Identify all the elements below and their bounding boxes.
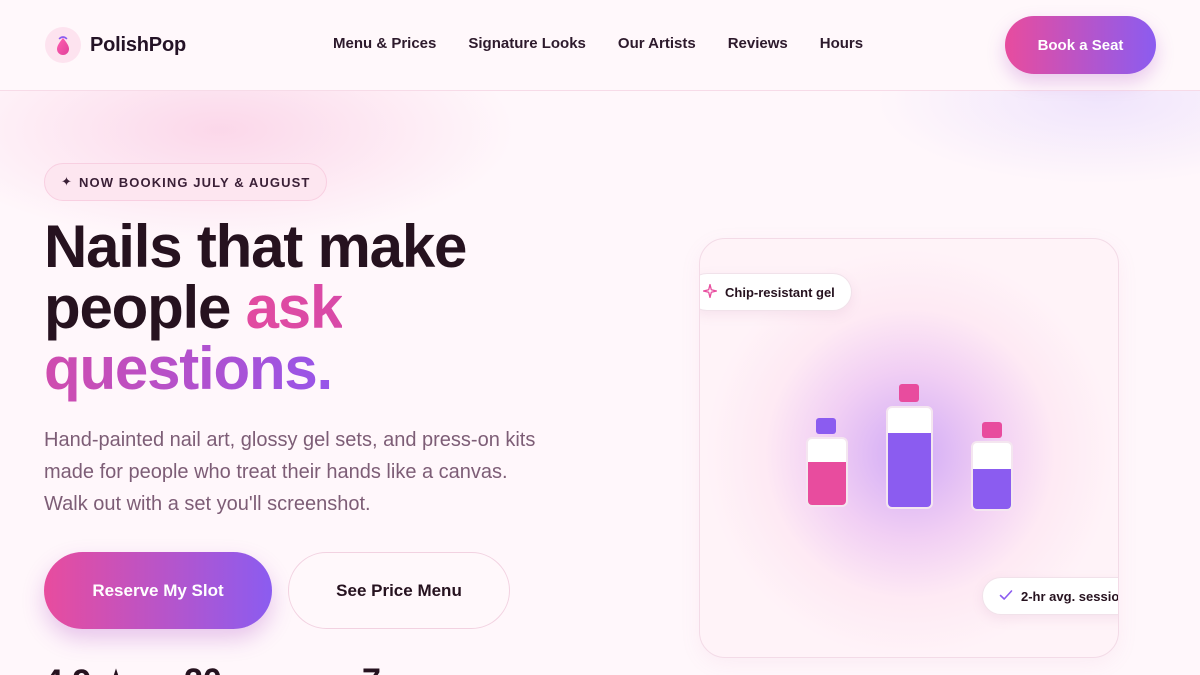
hero-description: Hand-painted nail art, glossy gel sets, … xyxy=(44,429,536,515)
main-nav-links: Menu & Prices Signature Looks Our Artist… xyxy=(333,35,863,52)
pill-session-label: 2-hr avg. session xyxy=(1021,588,1119,604)
bottle-glass xyxy=(886,406,933,509)
nav-link-menu-prices[interactable]: Menu & Prices xyxy=(333,35,436,52)
bottle-cap xyxy=(816,418,836,434)
headline-accent-ask: ask xyxy=(245,274,344,341)
bottle-fill xyxy=(808,462,846,505)
feature-pill-session: 2-hr avg. session xyxy=(982,577,1119,615)
polish-bottle-small-right xyxy=(971,422,1013,512)
headline-line-2: people xyxy=(44,274,246,341)
nav-link-hours[interactable]: Hours xyxy=(820,35,863,52)
see-price-menu-button[interactable]: See Price Menu xyxy=(288,552,510,629)
reserve-my-slot-button[interactable]: Reserve My Slot xyxy=(44,552,272,629)
nav-link-signature-looks[interactable]: Signature Looks xyxy=(468,35,586,52)
hero-headline: Nails that make people ask questions. xyxy=(44,216,604,399)
sparkle-icon xyxy=(702,283,718,301)
book-a-seat-button[interactable]: Book a Seat xyxy=(1005,16,1156,74)
stat-third: 7 xyxy=(362,662,381,675)
hero-showcase-card: Chip-resistant gel 2-hr avg. session xyxy=(699,238,1119,658)
badge-text: NOW BOOKING JULY & AUGUST xyxy=(79,174,311,190)
brand-logo[interactable]: PolishPop xyxy=(45,27,186,63)
brand-name: PolishPop xyxy=(90,33,186,56)
bottle-cap xyxy=(899,384,919,402)
bottle-cap xyxy=(982,422,1002,438)
pill-gel-label: Chip-resistant gel xyxy=(725,284,835,300)
feature-pill-gel: Chip-resistant gel xyxy=(700,273,852,311)
check-icon xyxy=(999,589,1013,604)
headline-line-1: Nails that make xyxy=(44,213,467,280)
bottle-fill xyxy=(973,469,1011,509)
bottle-glass xyxy=(806,437,848,507)
stat-count: 20 xyxy=(184,662,222,675)
nav-link-our-artists[interactable]: Our Artists xyxy=(618,35,696,52)
sparkle-star-icon: ✦ xyxy=(61,174,73,189)
nail-polish-drop-icon xyxy=(45,27,81,63)
polish-bottle-tall-center xyxy=(886,384,933,510)
polish-bottle-small-left xyxy=(806,418,848,508)
top-navigation: PolishPop Menu & Prices Signature Looks … xyxy=(0,0,1200,91)
bottle-glass xyxy=(971,441,1013,511)
stat-rating: 4.9 ★ xyxy=(44,662,131,675)
bottle-fill xyxy=(888,432,931,507)
nav-link-reviews[interactable]: Reviews xyxy=(728,35,788,52)
booking-badge: ✦ NOW BOOKING JULY & AUGUST xyxy=(44,163,328,201)
headline-accent-questions: questions. xyxy=(44,335,333,402)
